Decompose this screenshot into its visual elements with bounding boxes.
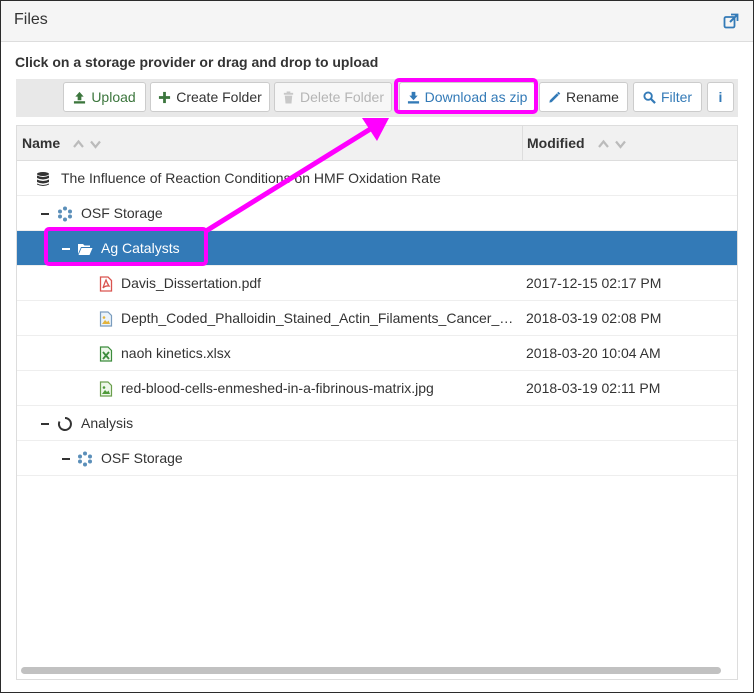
storage-label: OSF Storage: [101, 450, 183, 466]
filter-button[interactable]: Filter: [633, 82, 702, 112]
horizontal-scrollbar[interactable]: [21, 667, 721, 674]
delete-folder-button[interactable]: Delete Folder: [274, 82, 392, 112]
component-label: Analysis: [81, 415, 134, 431]
file-name: Davis_Dissertation.pdf: [121, 275, 262, 291]
collapse-icon[interactable]: [41, 213, 49, 215]
image-file-icon: [99, 311, 113, 327]
download-zip-label: Download as zip: [424, 89, 528, 105]
file-modified: 2018-03-20 10:04 AM: [526, 345, 661, 361]
collapse-icon[interactable]: [62, 248, 70, 250]
rename-label: Rename: [566, 89, 619, 105]
plus-icon: [159, 91, 171, 103]
filter-label: Filter: [660, 89, 693, 105]
pencil-icon: [549, 91, 561, 103]
external-link-icon[interactable]: [723, 13, 739, 29]
trash-icon: [283, 90, 294, 104]
info-icon: i: [718, 89, 723, 105]
osf-storage-icon: [78, 451, 92, 467]
collapse-icon[interactable]: [41, 423, 49, 425]
file-name: naoh kinetics.xlsx: [121, 345, 231, 361]
create-folder-label: Create Folder: [176, 89, 262, 105]
tree-row-osf-storage[interactable]: OSF Storage: [17, 441, 737, 476]
project-title: The Influence of Reaction Conditions on …: [61, 170, 441, 186]
folder-label: Ag Catalysts: [101, 240, 180, 256]
storage-label: OSF Storage: [81, 205, 163, 221]
create-folder-button[interactable]: Create Folder: [150, 82, 270, 112]
database-icon: [37, 172, 49, 186]
file-row[interactable]: Depth_Coded_Phalloidin_Stained_Actin_Fil…: [17, 301, 737, 336]
file-row[interactable]: red-blood-cells-enmeshed-in-a-fibrinous-…: [17, 371, 737, 406]
search-icon: [643, 90, 656, 104]
image-file-icon: [99, 381, 113, 397]
collapse-icon[interactable]: [62, 458, 70, 460]
tree-row-ag-catalysts[interactable]: Ag Catalysts: [17, 231, 737, 266]
rename-button[interactable]: Rename: [539, 82, 628, 112]
file-row[interactable]: Davis_Dissertation.pdf 2017-12-15 02:17 …: [17, 266, 737, 301]
file-tree-grid: Name Modified The Influence of Reaction …: [16, 125, 738, 680]
file-toolbar: Upload Create Folder Delete Folder Downl…: [16, 79, 738, 117]
file-name: red-blood-cells-enmeshed-in-a-fibrinous-…: [121, 380, 434, 396]
file-modified: 2018-03-19 02:11 PM: [526, 380, 661, 396]
file-row[interactable]: naoh kinetics.xlsx 2018-03-20 10:04 AM: [17, 336, 737, 371]
tree-row-project[interactable]: The Influence of Reaction Conditions on …: [17, 161, 737, 196]
loading-circle-icon: [57, 417, 72, 431]
osf-storage-icon: [58, 206, 72, 222]
panel-header: Files: [1, 1, 753, 42]
grid-header: Name Modified: [17, 126, 737, 161]
files-panel: Files Click on a storage provider or dra…: [0, 0, 754, 693]
tree-row-osf-storage[interactable]: OSF Storage: [17, 196, 737, 231]
delete-folder-label: Delete Folder: [299, 89, 385, 105]
download-zip-button[interactable]: Download as zip: [399, 82, 535, 112]
file-name: Depth_Coded_Phalloidin_Stained_Actin_Fil…: [121, 310, 516, 326]
sort-name-icon[interactable]: [72, 138, 102, 150]
column-divider: [522, 126, 523, 161]
sort-modified-icon[interactable]: [597, 138, 627, 150]
upload-instruction: Click on a storage provider or drag and …: [15, 54, 379, 70]
upload-label: Upload: [91, 89, 136, 105]
name-column-header[interactable]: Name: [22, 135, 60, 151]
open-folder-icon: [78, 244, 93, 255]
upload-icon: [74, 91, 86, 104]
download-icon: [407, 91, 419, 104]
modified-column-header[interactable]: Modified: [527, 135, 585, 151]
info-button[interactable]: i: [707, 82, 734, 112]
excel-file-icon: [99, 346, 113, 362]
tree-row-analysis[interactable]: Analysis: [17, 406, 737, 441]
upload-button[interactable]: Upload: [63, 82, 146, 112]
file-modified: 2017-12-15 02:17 PM: [526, 275, 662, 291]
pdf-file-icon: [99, 276, 113, 292]
file-modified: 2018-03-19 02:08 PM: [526, 310, 662, 326]
panel-title: Files: [14, 11, 48, 28]
